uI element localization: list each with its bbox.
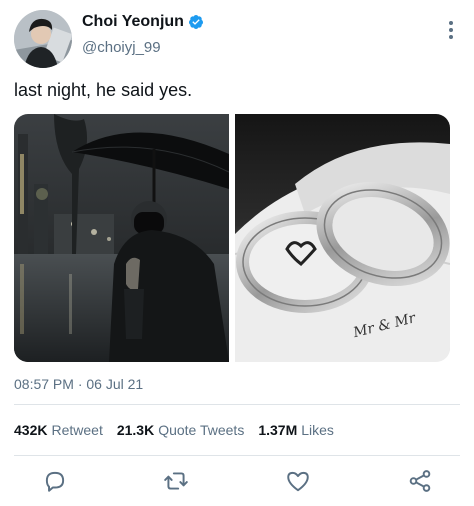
retweets-count: 432K <box>14 422 48 438</box>
retweets-stat[interactable]: 432K Retweet <box>14 422 103 438</box>
divider <box>14 404 460 405</box>
tweet-text: last night, he said yes. <box>14 80 193 100</box>
tweet-actions <box>0 468 474 496</box>
retweet-icon[interactable] <box>163 468 189 494</box>
tweet-timestamp[interactable]: 08:57 PM · 06 Jul 21 <box>14 376 143 392</box>
share-icon[interactable] <box>407 468 433 494</box>
tweet-media[interactable]: Mr & Mr <box>14 114 450 362</box>
quote-tweets-label: Quote Tweets <box>158 422 245 438</box>
tweet-stats: 432K Retweet 21.3K Quote Tweets 1.37M Likes <box>14 422 348 438</box>
likes-label: Likes <box>301 422 334 438</box>
display-name[interactable]: Choi Yeonjun <box>82 13 184 31</box>
reply-icon[interactable] <box>42 468 68 494</box>
photo-person-with-umbrella[interactable] <box>14 114 229 362</box>
quote-tweets-stat[interactable]: 21.3K Quote Tweets <box>117 422 245 438</box>
photo-wedding-rings[interactable]: Mr & Mr <box>235 114 450 362</box>
divider <box>14 455 460 456</box>
like-icon[interactable] <box>285 468 311 494</box>
likes-stat[interactable]: 1.37M Likes <box>258 422 334 438</box>
avatar[interactable] <box>14 10 72 68</box>
quote-tweets-count: 21.3K <box>116 422 155 438</box>
author-handle[interactable]: @choiyj_99 <box>82 39 161 56</box>
more-options-icon[interactable] <box>448 20 454 40</box>
author-name-row[interactable]: Choi Yeonjun <box>82 13 204 31</box>
likes-count: 1.37M <box>258 422 298 438</box>
verified-badge-icon <box>188 15 203 29</box>
retweets-label: Retweet <box>51 422 103 438</box>
